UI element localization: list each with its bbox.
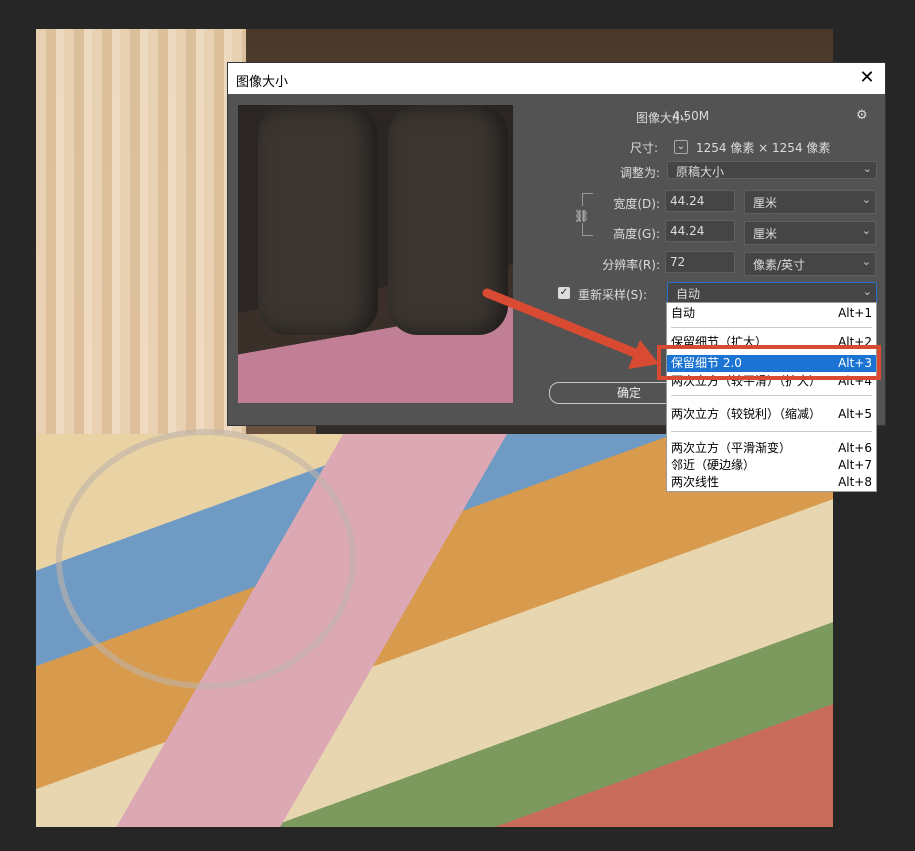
arrow-shaft xyxy=(482,288,645,360)
annotation-arrow xyxy=(482,288,659,369)
